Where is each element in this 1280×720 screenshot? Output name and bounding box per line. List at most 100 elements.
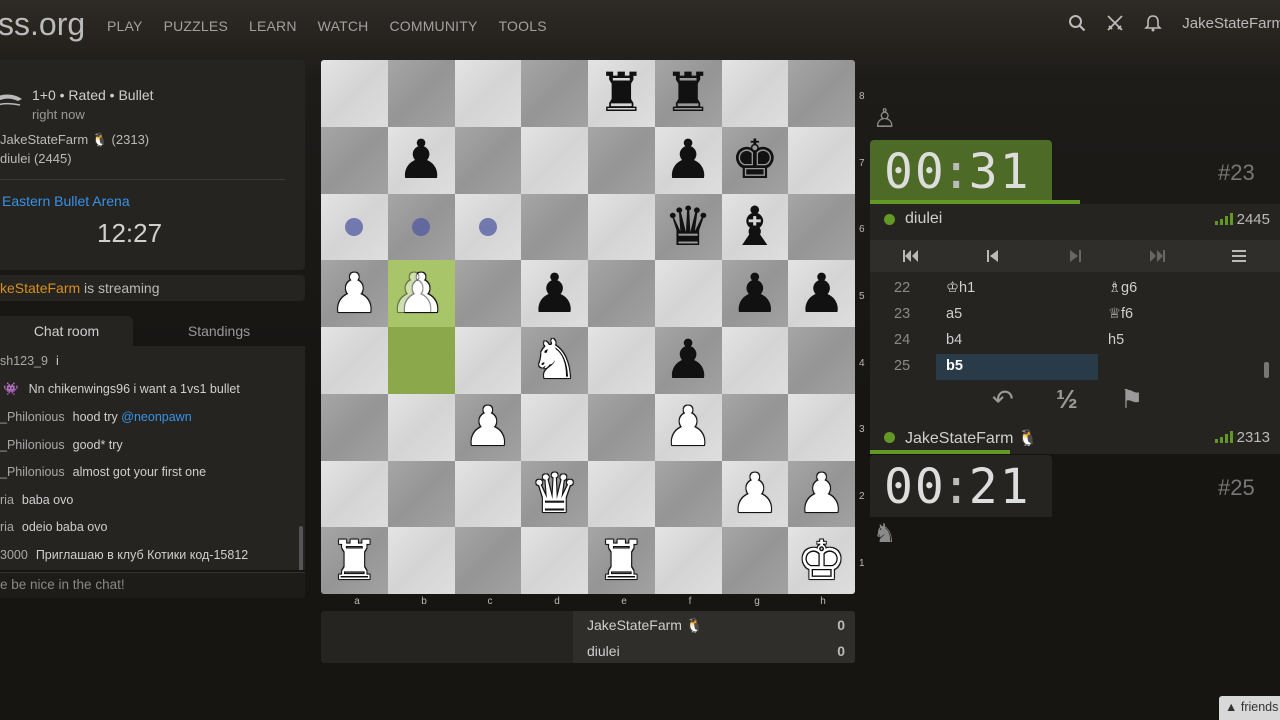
nav-tools[interactable]: TOOLS (499, 18, 547, 34)
square-d7[interactable] (521, 126, 588, 194)
square-e3[interactable] (588, 393, 655, 461)
moves-scrollbar[interactable] (1264, 362, 1269, 378)
white-pawn-icon[interactable]: ♟ (664, 400, 712, 454)
square-d8[interactable] (521, 60, 588, 127)
square-c6[interactable] (454, 193, 522, 261)
user-menu[interactable]: JakeStateFarm (1182, 15, 1280, 32)
nav-learn[interactable]: LEARN (249, 18, 297, 34)
arena-link[interactable]: Eastern Bullet Arena (2, 193, 130, 209)
black-king-icon[interactable]: ♚ (731, 133, 779, 187)
white-pawn-icon[interactable]: ♟ (731, 466, 779, 521)
black-move[interactable]: ♕f6 (1098, 302, 1264, 328)
white-move[interactable]: a5 (936, 302, 1098, 328)
white-pawn-icon[interactable]: ♟ (797, 466, 845, 521)
square-g8[interactable] (721, 60, 789, 127)
square-g4[interactable] (721, 327, 789, 394)
black-pawn-icon[interactable]: ♟ (664, 333, 712, 387)
square-b1[interactable] (387, 527, 455, 594)
tab-chat-room[interactable]: Chat room (0, 316, 133, 346)
black-pawn-icon[interactable]: ♟ (397, 133, 445, 187)
square-d6[interactable] (521, 193, 588, 261)
square-e5[interactable] (588, 260, 655, 327)
square-e1[interactable]: ♜ (588, 527, 655, 594)
bell-icon[interactable] (1144, 14, 1163, 32)
square-h6[interactable] (788, 193, 855, 261)
square-b6[interactable] (387, 193, 455, 261)
takeback-button[interactable]: ↶ (992, 384, 1014, 415)
square-h5[interactable]: ♟ (788, 260, 855, 327)
black-pawn-icon[interactable]: ♟ (797, 266, 845, 321)
square-b2[interactable] (387, 460, 455, 528)
move-hint-dot[interactable] (478, 217, 497, 236)
white-move[interactable]: ♔h1 (936, 276, 1098, 302)
black-bishop-icon[interactable]: ♝ (731, 199, 779, 254)
chat-user[interactable]: ria (0, 520, 14, 534)
opponent-name[interactable]: diulei (905, 210, 942, 228)
square-d1[interactable] (521, 527, 588, 594)
square-f2[interactable] (654, 460, 722, 528)
square-h2[interactable]: ♟ (788, 460, 855, 528)
player-black[interactable]: diulei (2445) (0, 151, 72, 166)
square-h8[interactable] (788, 60, 855, 127)
square-h1[interactable]: ♚ (788, 527, 855, 594)
friends-button[interactable]: ▲ friends (1219, 696, 1280, 720)
square-d2[interactable]: ♛ (521, 460, 588, 528)
square-a6[interactable] (321, 193, 388, 261)
score-player[interactable]: diulei (587, 643, 620, 659)
square-a3[interactable] (321, 393, 388, 461)
square-c8[interactable] (454, 60, 522, 127)
square-g1[interactable] (721, 527, 789, 594)
square-b8[interactable] (387, 60, 455, 127)
white-move[interactable]: b4 (936, 328, 1098, 354)
prev-move-icon[interactable] (952, 240, 1034, 272)
square-b3[interactable] (387, 393, 455, 461)
square-g6[interactable]: ♝ (721, 193, 789, 261)
white-knight-icon[interactable]: ♞ (530, 333, 578, 387)
streaming-notice[interactable]: keStateFarm is streaming (0, 275, 305, 301)
square-c3[interactable]: ♟ (454, 393, 522, 461)
white-pawn-icon[interactable]: ♟ (464, 400, 512, 454)
white-rook-icon[interactable]: ♜ (597, 533, 645, 588)
black-move[interactable]: ♗g6 (1098, 276, 1264, 302)
square-h4[interactable] (788, 327, 855, 394)
square-a4[interactable] (321, 327, 388, 394)
chat-user[interactable]: _Philonious (0, 410, 65, 424)
chat-scrollbar[interactable] (299, 526, 303, 570)
square-g7[interactable]: ♚ (721, 126, 789, 194)
square-a8[interactable] (321, 60, 388, 127)
draw-offer-button[interactable]: ½ (1056, 384, 1078, 415)
black-pawn-icon[interactable]: ♟ (664, 133, 712, 187)
tab-standings[interactable]: Standings (133, 316, 305, 346)
square-a7[interactable] (321, 126, 388, 194)
square-d3[interactable] (521, 393, 588, 461)
square-f3[interactable]: ♟ (654, 393, 722, 461)
chess-board[interactable]: ♜ ♜ ♟ ♟ ♚ ♛ ♝ ♟ ♟ ♟ ♟ ♟ ♟ ♞ ♟ ♟ ♟ ♛ ♟ ♟ ♜ (321, 60, 855, 594)
search-icon[interactable] (1068, 14, 1086, 32)
square-f1[interactable] (654, 527, 722, 594)
square-a2[interactable] (321, 460, 388, 528)
chat-mention[interactable]: @neonpawn (121, 410, 191, 424)
chat-input[interactable]: e be nice in the chat! (0, 572, 305, 598)
menu-icon[interactable] (1198, 240, 1280, 272)
chat-user[interactable]: ria (0, 493, 14, 507)
white-pawn-icon[interactable]: ♟ (330, 266, 378, 321)
square-h3[interactable] (788, 393, 855, 461)
chat-user[interactable]: _Philonious (0, 465, 65, 479)
square-h7[interactable] (788, 126, 855, 194)
black-pawn-icon[interactable]: ♟ (530, 266, 578, 321)
square-f5[interactable] (654, 260, 722, 327)
square-b7[interactable]: ♟ (387, 126, 455, 194)
move-hint-dot[interactable] (345, 217, 364, 236)
player-white[interactable]: JakeStateFarm 🐧 (2313) (0, 132, 149, 148)
nav-watch[interactable]: WATCH (318, 18, 369, 34)
chat-user[interactable]: sh123_9 (0, 354, 48, 368)
nav-community[interactable]: COMMUNITY (389, 18, 477, 34)
move-hint-dot[interactable] (412, 217, 431, 236)
square-b4[interactable] (387, 327, 455, 394)
last-move-icon[interactable] (1116, 240, 1198, 272)
square-c5[interactable] (454, 260, 522, 327)
site-logo[interactable]: ss.org (0, 6, 85, 43)
square-f4[interactable]: ♟ (654, 327, 722, 394)
black-move[interactable] (1098, 354, 1264, 380)
square-e6[interactable] (588, 193, 655, 261)
